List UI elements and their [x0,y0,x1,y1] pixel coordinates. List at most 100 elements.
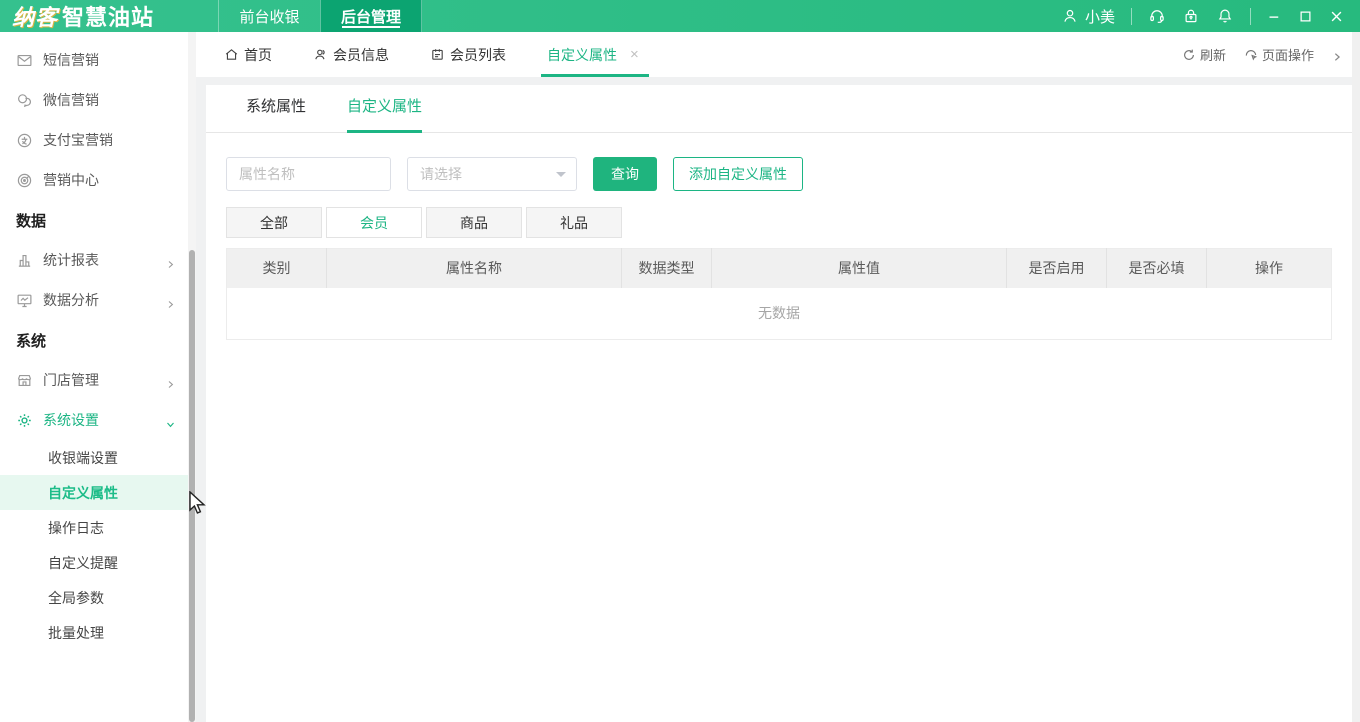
tabbar-actions: 刷新 页面操作 [1182,45,1352,64]
column-header-actions: 操作 [1207,249,1332,288]
refresh-button[interactable]: 刷新 [1182,45,1226,64]
filter-product[interactable]: 商品 [426,207,522,238]
page-tab-custom-attributes[interactable]: 自定义属性 × [547,32,639,77]
sidebar-subitem-operation-logs[interactable]: 操作日志 [0,510,188,545]
sidebar-item-marketing-center[interactable]: 营销中心 [0,160,188,200]
expand-actions-icon[interactable] [1332,50,1342,60]
filter-member[interactable]: 会员 [326,207,422,238]
content-card: 系统属性 自定义属性 请选择 查询 添加自定义属性 全部 会员 商品 礼品 [206,85,1352,722]
query-button[interactable]: 查询 [593,157,657,191]
attribute-name-input[interactable] [226,157,391,191]
page-tab-home[interactable]: 首页 [224,32,272,77]
sidebar-subitem-cashier-settings[interactable]: 收银端设置 [0,440,188,475]
user-icon [1061,7,1079,25]
sidebar-subitem-custom-reminders[interactable]: 自定义提醒 [0,545,188,580]
wechat-icon [16,92,33,109]
minimize-button[interactable] [1267,9,1282,24]
sidebar-scrollbar[interactable] [188,32,196,722]
close-tab-icon[interactable]: × [630,46,639,63]
bar-chart-icon [16,252,33,269]
app-logo: 纳客 智慧油站 [0,0,218,32]
page-operations-label: 页面操作 [1262,45,1314,64]
sidebar-item-data-analysis[interactable]: 数据分析 [0,280,188,320]
tab-front-cashier[interactable]: 前台收银 [218,0,320,32]
target-icon [16,172,33,189]
alipay-icon [16,132,33,149]
chevron-right-icon [166,376,175,385]
attribute-tabs: 系统属性 自定义属性 [206,85,1352,133]
logo-product: 智慧油站 [62,0,154,32]
sidebar-subitem-custom-attributes[interactable]: 自定义属性 [0,475,188,510]
chevron-right-icon [166,296,175,305]
tab-custom-attributes[interactable]: 自定义属性 [347,84,422,132]
page-tab-label: 自定义属性 [547,45,617,65]
chevron-right-icon [166,256,175,265]
main-area: 首页 会员信息 会员列表 自定义属性 × 刷新 页 [196,32,1360,722]
card-list-icon [430,47,445,62]
page-operations-button[interactable]: 页面操作 [1244,45,1314,64]
category-filters: 全部 会员 商品 礼品 [226,207,1332,238]
sidebar-item-alipay-marketing[interactable]: 支付宝营销 [0,120,188,160]
chevron-down-icon [166,416,175,425]
category-select[interactable]: 请选择 [407,157,577,191]
empty-state-text: 无数据 [227,288,1332,340]
logo-brand: 纳客 [12,0,58,32]
monitor-icon [16,292,33,309]
page-operations-icon [1244,48,1258,62]
member-icon [313,47,328,62]
sidebar-subitem-batch-processing[interactable]: 批量处理 [0,615,188,650]
empty-row: 无数据 [227,288,1332,340]
sidebar-item-label: 系统设置 [43,410,99,430]
bell-icon[interactable] [1216,7,1234,25]
table-header-row: 类别 属性名称 数据类型 属性值 是否启用 是否必填 操作 [227,249,1332,288]
sidebar-item-label: 支付宝营销 [43,130,113,150]
sidebar-subitem-global-parameters[interactable]: 全局参数 [0,580,188,615]
home-icon [224,47,239,62]
tab-system-attributes[interactable]: 系统属性 [246,84,306,132]
user-name: 小美 [1085,6,1115,27]
sidebar-item-sms-marketing[interactable]: 短信营销 [0,40,188,80]
sidebar-item-statistics-reports[interactable]: 统计报表 [0,240,188,280]
column-header-data-type: 数据类型 [622,249,712,288]
refresh-icon [1182,48,1196,62]
sidebar: 短信营销 微信营销 支付宝营销 营销中心 数据 统计报表 数据分析 系统 门店管 [0,32,188,722]
sidebar-item-label: 营销中心 [43,170,99,190]
page-tab-member-list[interactable]: 会员列表 [430,32,506,77]
close-button[interactable] [1329,9,1344,24]
column-header-required: 是否必填 [1107,249,1207,288]
sidebar-item-label: 统计报表 [43,250,99,270]
page-tabbar: 首页 会员信息 会员列表 自定义属性 × 刷新 页 [196,32,1352,77]
column-header-attribute-name: 属性名称 [327,249,622,288]
gear-icon [16,412,33,429]
filter-all[interactable]: 全部 [226,207,322,238]
app-window: 纳客 智慧油站 前台收银 后台管理 小美 [0,0,1360,722]
sidebar-section-system: 系统 [0,320,188,360]
window-scrollbar[interactable] [1352,32,1360,722]
page-tab-label: 会员列表 [450,45,506,65]
search-form: 请选择 查询 添加自定义属性 [226,157,1332,191]
sidebar-item-label: 门店管理 [43,370,99,390]
sidebar-scrollbar-thumb[interactable] [189,250,195,722]
sidebar-section-data: 数据 [0,200,188,240]
column-header-category: 类别 [227,249,327,288]
page-tab-member-info[interactable]: 会员信息 [313,32,389,77]
headset-icon[interactable] [1148,7,1166,25]
page-tab-label: 首页 [244,45,272,65]
sidebar-item-wechat-marketing[interactable]: 微信营销 [0,80,188,120]
filter-gift[interactable]: 礼品 [526,207,622,238]
sidebar-item-label: 短信营销 [43,50,99,70]
titlebar: 纳客 智慧油站 前台收银 后台管理 小美 [0,0,1360,32]
lock-icon[interactable] [1182,7,1200,25]
page-tab-label: 会员信息 [333,45,389,65]
refresh-label: 刷新 [1200,45,1226,64]
titlebar-mode-tabs: 前台收银 后台管理 [218,0,422,32]
column-header-enabled: 是否启用 [1007,249,1107,288]
user-menu[interactable]: 小美 [1061,6,1115,27]
column-header-attribute-value: 属性值 [712,249,1007,288]
sidebar-item-system-settings[interactable]: 系统设置 [0,400,188,440]
sidebar-item-store-management[interactable]: 门店管理 [0,360,188,400]
maximize-button[interactable] [1298,9,1313,24]
sidebar-item-label: 数据分析 [43,290,99,310]
add-custom-attribute-button[interactable]: 添加自定义属性 [673,157,803,191]
tab-back-management[interactable]: 后台管理 [320,0,422,32]
